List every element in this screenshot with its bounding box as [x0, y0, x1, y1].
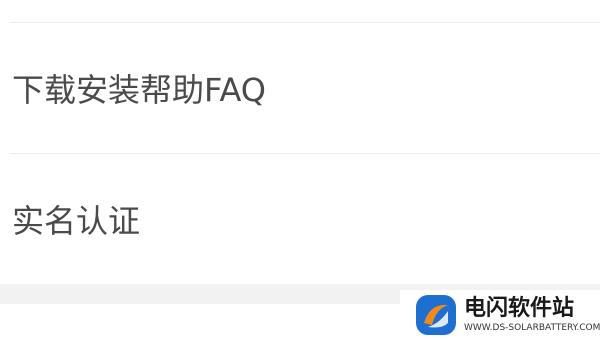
menu-item-label: 实名认证	[12, 202, 141, 240]
watermark-url: WWW.DS-SOLARBATTERY.COM	[464, 322, 600, 333]
menu-item-label: 下载安装帮助FAQ	[12, 71, 266, 109]
settings-screen: 下载安装帮助FAQ 实名认证 电闪软件站 WWW.DS-SOLARBATTERY…	[0, 0, 600, 340]
menu-item-faq[interactable]: 下载安装帮助FAQ	[0, 23, 600, 153]
watermark-logo-icon	[416, 295, 456, 335]
watermark-title: 电闪软件站	[464, 295, 575, 321]
menu-item-real-name-auth[interactable]: 实名认证	[0, 154, 600, 284]
watermark: 电闪软件站 WWW.DS-SOLARBATTERY.COM	[400, 290, 600, 340]
